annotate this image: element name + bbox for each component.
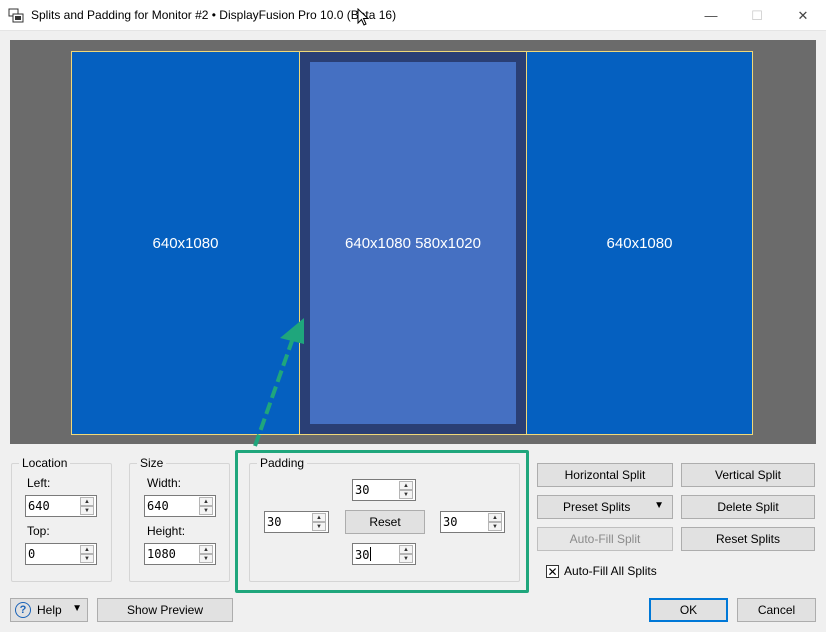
split-3-label: 640x1080 bbox=[606, 234, 673, 252]
preset-splits-dropdown[interactable]: Preset Splits ▼ bbox=[537, 495, 673, 519]
minimize-button[interactable]: — bbox=[688, 0, 734, 31]
checkmark-icon: ✕ bbox=[547, 564, 558, 579]
auto-fill-all-checkbox[interactable]: ✕ bbox=[546, 565, 559, 578]
left-label: Left: bbox=[27, 476, 51, 490]
show-preview-button[interactable]: Show Preview bbox=[97, 598, 233, 622]
top-value: 0 bbox=[28, 547, 36, 561]
padding-left-input[interactable]: 30 ▲ ▼ bbox=[264, 511, 329, 533]
padding-bottom-value: 30 bbox=[355, 547, 372, 562]
ok-button[interactable]: OK bbox=[649, 598, 728, 622]
spin-up-icon: ▲ bbox=[80, 545, 94, 554]
vertical-split-button[interactable]: Vertical Split bbox=[681, 463, 815, 487]
spin-up-icon: ▲ bbox=[199, 545, 213, 554]
spin-down-icon: ▼ bbox=[312, 522, 326, 531]
left-value: 640 bbox=[28, 499, 50, 513]
monitor-preview: 640x1080 640x1080 580x1020 640x1080 bbox=[10, 40, 816, 444]
height-input[interactable]: 1080 ▲ ▼ bbox=[144, 543, 216, 565]
padding-right-value: 30 bbox=[443, 515, 458, 529]
padding-group-label: Padding bbox=[257, 456, 308, 470]
spin-up-icon: ▲ bbox=[488, 513, 502, 522]
dropdown-arrow-icon: ▼ bbox=[72, 603, 82, 614]
padding-bottom-input[interactable]: 30 ▲ ▼ bbox=[352, 543, 416, 565]
split-1-label: 640x1080 bbox=[152, 234, 219, 252]
maximize-icon: ☐ bbox=[751, 7, 763, 23]
size-group-label: Size bbox=[137, 456, 167, 470]
height-value: 1080 bbox=[147, 547, 176, 561]
spin-down-icon: ▼ bbox=[199, 506, 213, 515]
split-2-selected[interactable]: 640x1080 580x1020 bbox=[299, 51, 527, 435]
spin-up-icon: ▲ bbox=[312, 513, 326, 522]
top-input[interactable]: 0 ▲ ▼ bbox=[25, 543, 97, 565]
padding-bottom-spinner[interactable]: ▲ ▼ bbox=[399, 545, 413, 563]
width-spinner[interactable]: ▲ ▼ bbox=[199, 497, 213, 515]
height-spinner[interactable]: ▲ ▼ bbox=[199, 545, 213, 563]
spin-down-icon: ▼ bbox=[80, 554, 94, 563]
split-2-label: 640x1080 580x1020 bbox=[345, 234, 481, 252]
auto-fill-split-button[interactable]: Auto-Fill Split bbox=[537, 527, 673, 551]
spin-down-icon: ▼ bbox=[199, 554, 213, 563]
help-button[interactable]: ? Help ▼ bbox=[10, 598, 88, 622]
close-button[interactable]: ✕ bbox=[780, 0, 826, 31]
text-caret bbox=[370, 547, 372, 561]
padding-left-value: 30 bbox=[267, 515, 282, 529]
padding-right-spinner[interactable]: ▲ ▼ bbox=[488, 513, 502, 531]
reset-splits-button[interactable]: Reset Splits bbox=[681, 527, 815, 551]
width-value: 640 bbox=[147, 499, 169, 513]
window-title: Splits and Padding for Monitor #2 • Disp… bbox=[31, 8, 397, 22]
top-label: Top: bbox=[27, 524, 50, 538]
horizontal-split-button[interactable]: Horizontal Split bbox=[537, 463, 673, 487]
displayfusion-icon bbox=[8, 8, 24, 23]
padding-top-value: 30 bbox=[355, 483, 370, 497]
auto-fill-all-label[interactable]: Auto-Fill All Splits bbox=[564, 564, 657, 578]
left-input[interactable]: 640 ▲ ▼ bbox=[25, 495, 97, 517]
split-1[interactable]: 640x1080 bbox=[71, 51, 300, 435]
preset-splits-label: Preset Splits bbox=[563, 500, 631, 514]
spin-down-icon: ▼ bbox=[399, 554, 413, 563]
help-label: Help bbox=[37, 603, 62, 617]
location-group-label: Location bbox=[19, 456, 71, 470]
height-label: Height: bbox=[147, 524, 186, 538]
close-icon: ✕ bbox=[797, 7, 809, 23]
width-label: Width: bbox=[147, 476, 182, 490]
spin-down-icon: ▼ bbox=[488, 522, 502, 531]
spin-down-icon: ▼ bbox=[399, 490, 413, 499]
help-icon: ? bbox=[15, 602, 31, 618]
padding-reset-button[interactable]: Reset bbox=[345, 510, 425, 534]
width-input[interactable]: 640 ▲ ▼ bbox=[144, 495, 216, 517]
dropdown-arrow-icon: ▼ bbox=[654, 500, 664, 511]
minimize-icon: — bbox=[704, 8, 718, 23]
spin-down-icon: ▼ bbox=[80, 506, 94, 515]
padding-top-input[interactable]: 30 ▲ ▼ bbox=[352, 479, 416, 501]
spin-up-icon: ▲ bbox=[399, 481, 413, 490]
padding-left-spinner[interactable]: ▲ ▼ bbox=[312, 513, 326, 531]
spin-up-icon: ▲ bbox=[80, 497, 94, 506]
title-bar[interactable]: Splits and Padding for Monitor #2 • Disp… bbox=[0, 0, 826, 31]
left-spinner[interactable]: ▲ ▼ bbox=[80, 497, 94, 515]
spin-up-icon: ▲ bbox=[399, 545, 413, 554]
padding-right-input[interactable]: 30 ▲ ▼ bbox=[440, 511, 505, 533]
spin-up-icon: ▲ bbox=[199, 497, 213, 506]
split-3[interactable]: 640x1080 bbox=[526, 51, 753, 435]
top-spinner[interactable]: ▲ ▼ bbox=[80, 545, 94, 563]
delete-split-button[interactable]: Delete Split bbox=[681, 495, 815, 519]
padding-top-spinner[interactable]: ▲ ▼ bbox=[399, 481, 413, 499]
cancel-button[interactable]: Cancel bbox=[737, 598, 816, 622]
mouse-cursor-icon bbox=[357, 8, 369, 26]
maximize-button[interactable]: ☐ bbox=[734, 0, 780, 31]
